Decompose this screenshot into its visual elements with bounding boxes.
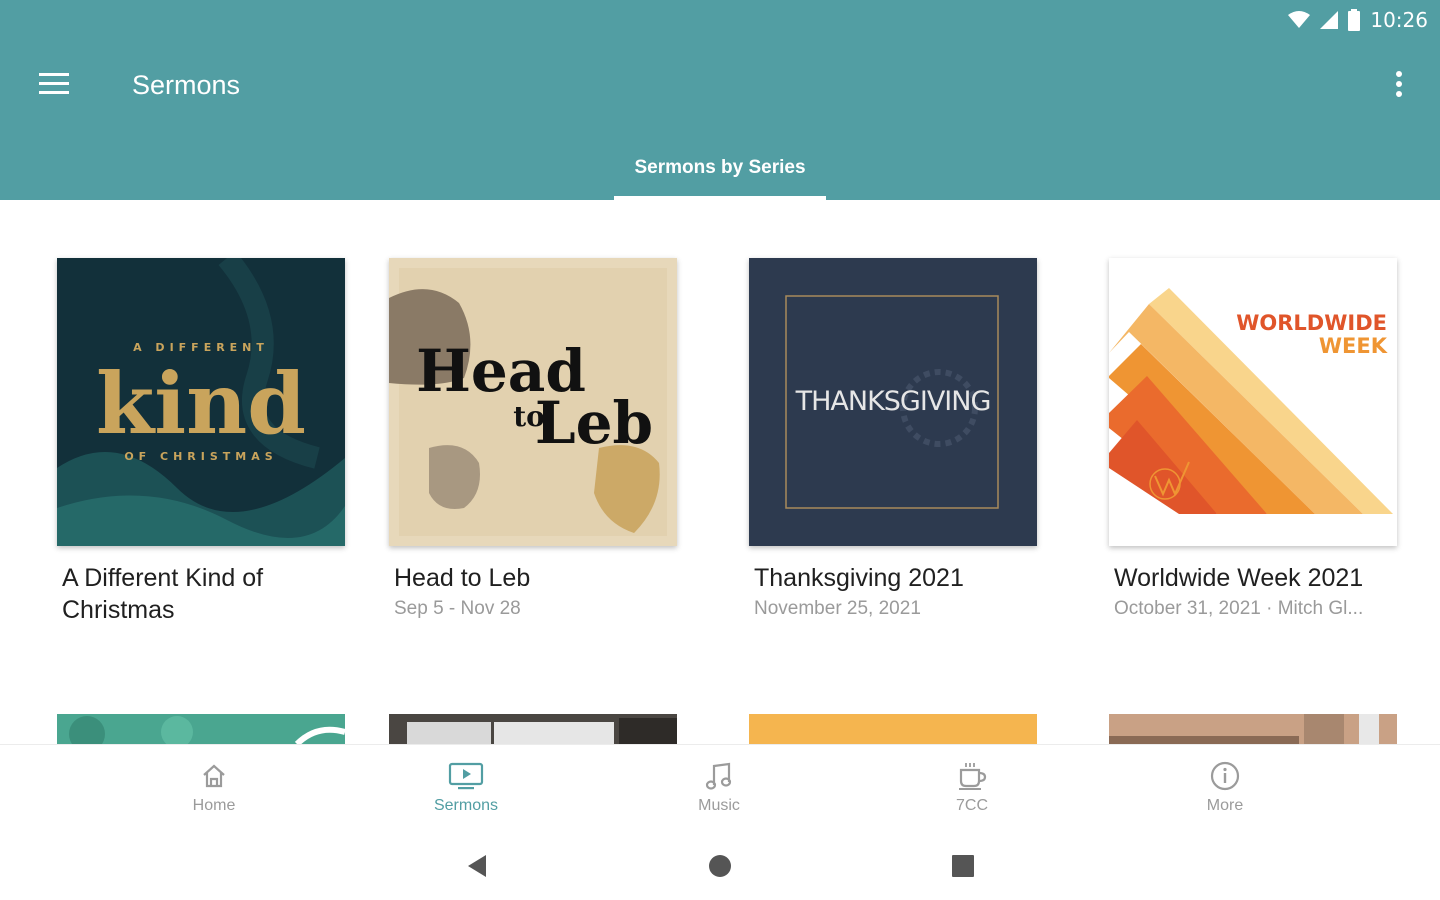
art-line1: WORLDWIDE bbox=[1236, 311, 1387, 335]
series-subtitle: Sep 5 - Nov 28 bbox=[394, 598, 521, 619]
nav-label: 7CC bbox=[955, 797, 988, 814]
series-card-peek[interactable] bbox=[389, 714, 677, 744]
tab-sermons-by-series[interactable]: Sermons by Series bbox=[614, 150, 826, 200]
hamburger-icon bbox=[39, 72, 69, 100]
music-note-icon bbox=[705, 759, 733, 793]
nav-item-7cc[interactable]: 7CC bbox=[902, 745, 1042, 829]
recents-square-icon bbox=[952, 854, 974, 882]
recents-button[interactable] bbox=[943, 848, 983, 888]
tab-label: Sermons by Series bbox=[634, 157, 806, 178]
series-title: Head to Leb bbox=[394, 564, 531, 592]
series-card-peek[interactable] bbox=[749, 714, 1037, 744]
nav-label: Home bbox=[192, 797, 236, 814]
art-line3: Leb bbox=[535, 389, 653, 457]
cell-signal-icon bbox=[1320, 11, 1339, 29]
tab-indicator bbox=[614, 196, 826, 200]
coffee-cup-icon bbox=[956, 759, 988, 793]
status-bar: 10:26 bbox=[1288, 6, 1428, 34]
series-subtitle: November 25, 2021 bbox=[754, 598, 921, 619]
series-title: Thanksgiving 2021 bbox=[754, 564, 964, 592]
series-card-peek[interactable] bbox=[57, 714, 345, 744]
series-artwork: THANKSGIVING bbox=[749, 258, 1037, 546]
home-circle-icon bbox=[708, 854, 732, 883]
art-text: THANKSGIVING bbox=[795, 386, 991, 417]
art-bottom-text: OF CHRISTMAS bbox=[124, 450, 277, 463]
home-system-button[interactable] bbox=[700, 848, 740, 888]
overflow-menu-button[interactable] bbox=[1384, 66, 1414, 106]
back-triangle-icon bbox=[466, 854, 488, 883]
back-button[interactable] bbox=[457, 848, 497, 888]
nav-item-sermons[interactable]: Sermons bbox=[396, 745, 536, 829]
series-title: A Different Kind of Christmas bbox=[62, 564, 264, 624]
more-vert-icon bbox=[1396, 70, 1402, 102]
art-main-text: kind bbox=[96, 354, 306, 453]
series-card-peek[interactable] bbox=[1109, 714, 1397, 744]
app-bar: 10:26 Sermons Sermons by Series bbox=[0, 0, 1440, 200]
system-navigation-bar bbox=[0, 828, 1440, 900]
battery-icon bbox=[1348, 9, 1361, 31]
tv-play-icon bbox=[448, 759, 484, 793]
art-top-text: A DIFFERENT bbox=[133, 341, 269, 354]
page-title: Sermons bbox=[132, 70, 241, 100]
nav-item-more[interactable]: More bbox=[1155, 745, 1295, 829]
wifi-icon bbox=[1288, 11, 1311, 29]
series-artwork: Head to Leb bbox=[389, 258, 677, 546]
nav-item-home[interactable]: Home bbox=[144, 745, 284, 829]
series-artwork: A DIFFERENT kind OF CHRISTMAS bbox=[57, 258, 345, 546]
art-line2: WEEK bbox=[1319, 334, 1388, 358]
nav-label: More bbox=[1206, 797, 1244, 814]
menu-button[interactable] bbox=[30, 66, 78, 106]
info-icon bbox=[1210, 759, 1240, 793]
status-time: 10:26 bbox=[1370, 8, 1428, 32]
bottom-navigation: Home Sermons Music 7CC More bbox=[0, 744, 1440, 828]
nav-label: Sermons bbox=[433, 797, 499, 814]
series-subtitle: October 31, 2021 · Mitch Gl... bbox=[1114, 598, 1364, 619]
home-icon bbox=[200, 759, 228, 793]
nav-item-music[interactable]: Music bbox=[649, 745, 789, 829]
nav-label: Music bbox=[698, 797, 740, 814]
series-artwork: WORLDWIDE WEEK bbox=[1109, 258, 1397, 546]
series-title: Worldwide Week 2021 bbox=[1114, 564, 1364, 592]
